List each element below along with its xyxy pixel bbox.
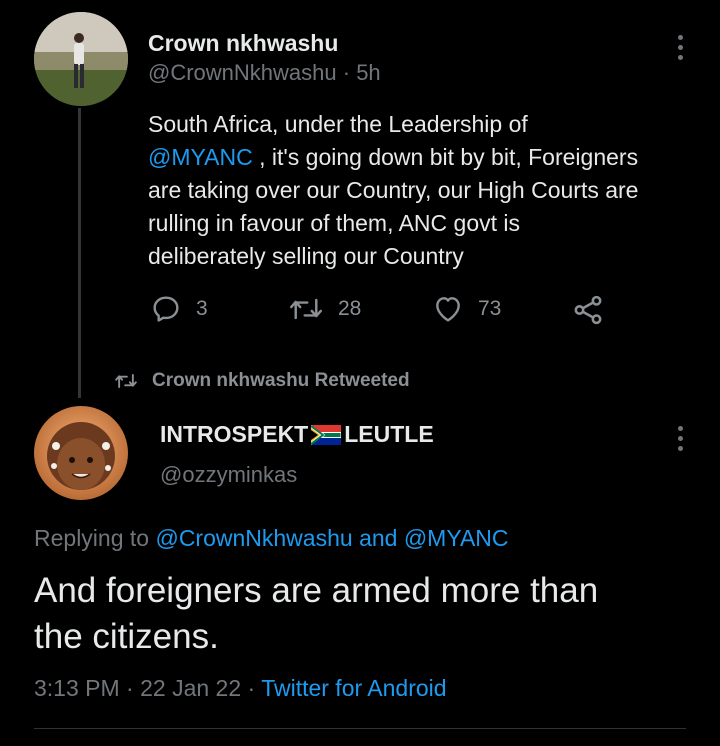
tweet-date[interactable]: 22 Jan 22 (140, 675, 241, 701)
separator: · (247, 675, 256, 701)
tweet-text-line: deliberately selling our Country (148, 243, 464, 269)
tweet-time[interactable]: · 5h (343, 60, 381, 85)
tweet-text-line: the citizens. (34, 617, 219, 656)
like-count: 73 (478, 297, 502, 320)
replying-user-link[interactable]: @MYANC (404, 525, 509, 551)
replying-user-link[interactable]: @CrownNkhwashu (155, 525, 352, 551)
tweet-text-fragment: , it's going down bit by bit, Foreigners (252, 144, 639, 170)
author-name[interactable]: INTROSPEKT LEUTLE (160, 421, 434, 448)
tweet-text: And foreigners are armed more than the c… (34, 568, 694, 660)
tweet-text-line: rulling in favour of them, ANC govt is (148, 210, 520, 236)
tweet-source-link[interactable]: Twitter for Android (261, 675, 446, 701)
reply-icon (153, 296, 179, 322)
tweet-text-line: @MYANC , it's going down bit by bit, For… (148, 141, 708, 174)
avatar[interactable] (34, 12, 128, 106)
tweet-text-line: South Africa, under the Leadership of (148, 111, 528, 137)
retweet-count: 28 (338, 297, 362, 320)
author-handle[interactable]: @ozzyminkas (160, 462, 297, 488)
retweet-notice[interactable]: Crown nkhwashu Retweeted (114, 370, 410, 392)
like-button[interactable]: 73 (432, 293, 501, 325)
share-icon (574, 295, 602, 325)
replying-and: and (359, 525, 398, 551)
reply-count: 3 (196, 297, 208, 320)
author-handle[interactable]: @CrownNkhwashu (148, 60, 337, 85)
author-name-part: LEUTLE (344, 421, 434, 447)
tweet-time[interactable]: 3:13 PM (34, 675, 120, 701)
reply-button[interactable]: 3 (150, 293, 208, 325)
more-icon[interactable] (676, 426, 684, 451)
tweet-text-line: are taking over our Country, our High Co… (148, 177, 639, 203)
tweet-text: South Africa, under the Leadership of @M… (148, 108, 708, 273)
more-icon[interactable] (676, 35, 684, 60)
retweet-notice-text: Crown nkhwashu Retweeted (152, 370, 410, 391)
replying-to: Replying to @CrownNkhwashu and @MYANC (34, 525, 509, 552)
avatar-photo (47, 422, 115, 490)
retweet-icon (289, 298, 323, 320)
share-button[interactable] (571, 293, 605, 327)
author-name-part: INTROSPEKT (160, 421, 309, 447)
south-africa-flag-icon (311, 424, 342, 445)
thread-connector-line (78, 108, 81, 398)
heart-icon (436, 297, 460, 322)
tweet-text-line: And foreigners are armed more than (34, 571, 599, 610)
retweet-icon (115, 374, 137, 388)
author-handle-row: @CrownNkhwashu · 5h (148, 60, 381, 86)
tweet-meta: 3:13 PM · 22 Jan 22 · Twitter for Androi… (34, 675, 447, 702)
author-name[interactable]: Crown nkhwashu (148, 30, 338, 57)
avatar[interactable] (34, 406, 128, 500)
avatar-photo (34, 12, 128, 106)
replying-prefix: Replying to (34, 525, 150, 551)
retweet-button[interactable]: 28 (288, 293, 361, 325)
separator: · (126, 675, 134, 701)
divider (34, 728, 686, 729)
mention-link[interactable]: @MYANC (148, 144, 253, 170)
